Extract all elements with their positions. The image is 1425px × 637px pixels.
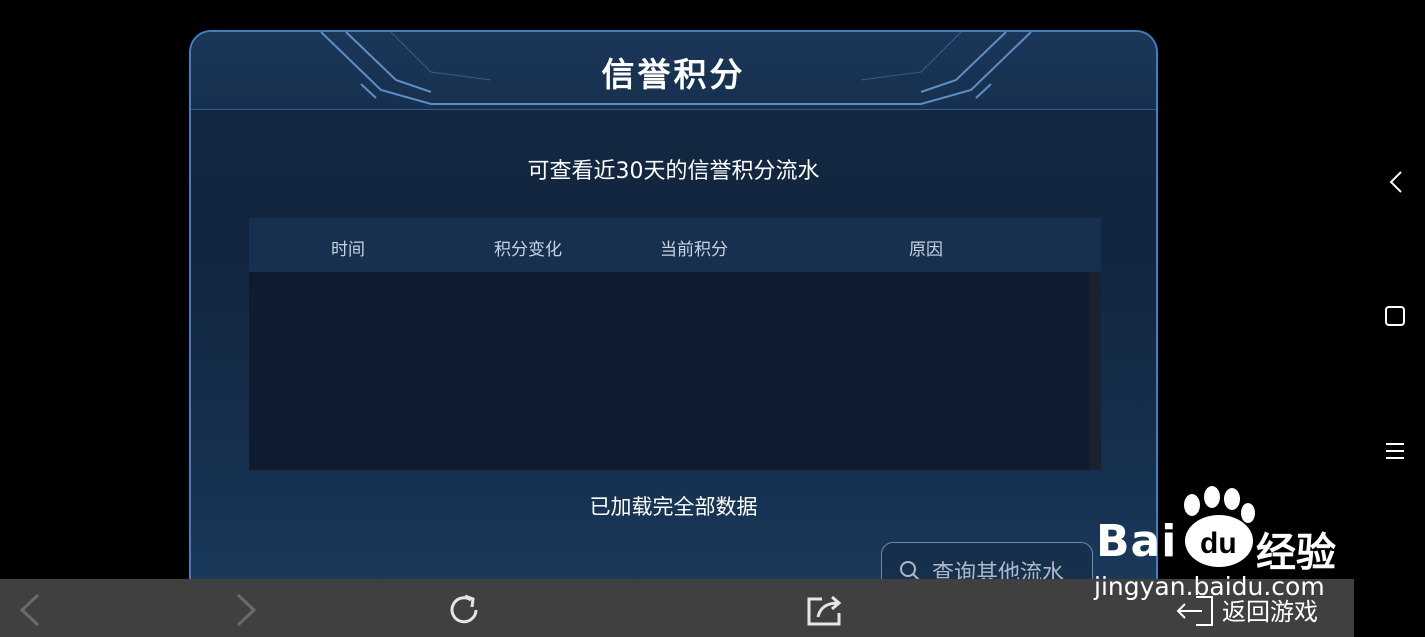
refresh-icon[interactable] bbox=[445, 591, 483, 629]
subtitle: 可查看近30天的信誉积分流水 bbox=[527, 159, 820, 184]
col-reason: 原因 bbox=[909, 240, 943, 260]
nav-forward-icon[interactable] bbox=[234, 593, 258, 627]
col-current-score: 当前积分 bbox=[660, 240, 728, 260]
credit-score-panel: 信誉积分 可查看近30天的信誉积分流水 时间 积分变化 当前积分 原因 已加载完… bbox=[189, 30, 1158, 590]
menu-icon[interactable] bbox=[1385, 442, 1405, 460]
wm-url: jingyan.baidu.com bbox=[1094, 572, 1325, 601]
wm-bai: Bai bbox=[1096, 516, 1178, 567]
wm-du: du bbox=[1200, 527, 1237, 560]
panel-title: 信誉积分 bbox=[601, 55, 746, 94]
loaded-all-text: 已加载完全部数据 bbox=[589, 495, 758, 519]
wm-jingyan: 经验 bbox=[1256, 530, 1336, 576]
col-time: 时间 bbox=[331, 240, 365, 260]
panel-header: 信誉积分 bbox=[191, 32, 1156, 110]
table-header: 时间 积分变化 当前积分 原因 bbox=[249, 218, 1101, 272]
col-score-change: 积分变化 bbox=[494, 240, 562, 260]
home-square-icon[interactable] bbox=[1384, 305, 1406, 327]
share-icon[interactable] bbox=[806, 593, 844, 627]
back-chevron-icon[interactable] bbox=[1387, 170, 1407, 194]
nav-back-icon[interactable] bbox=[18, 593, 42, 627]
records-table: 时间 积分变化 当前积分 原因 bbox=[249, 218, 1101, 470]
table-scrollbar[interactable] bbox=[1089, 272, 1101, 470]
